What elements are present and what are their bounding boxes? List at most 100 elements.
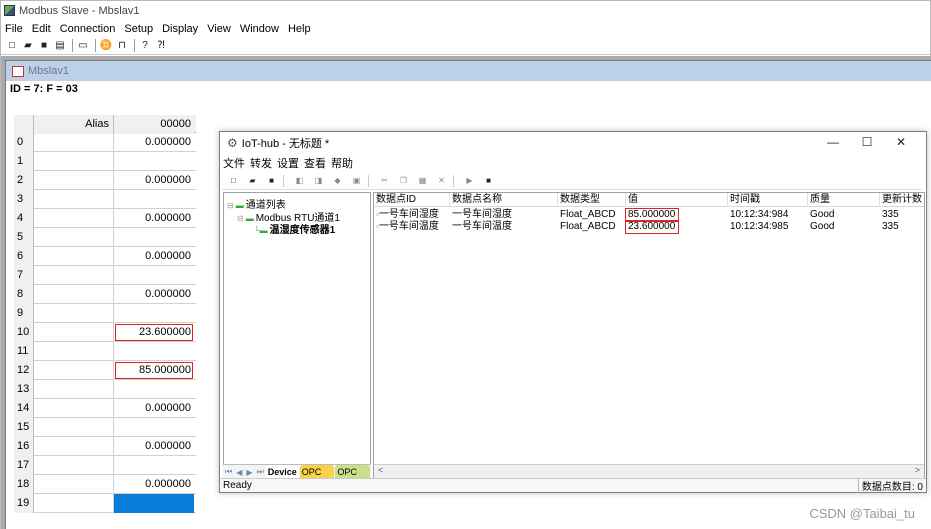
table-row[interactable]: 15 <box>14 418 196 437</box>
alias-cell[interactable] <box>34 418 114 437</box>
menu-edit[interactable]: Edit <box>32 23 51 35</box>
value-cell-highlighted[interactable]: 85.000000 <box>114 361 194 380</box>
alias-cell[interactable] <box>34 209 114 228</box>
value-cell[interactable] <box>114 266 194 285</box>
table-row[interactable]: 5 <box>14 228 196 247</box>
table-row[interactable]: 11 <box>14 342 196 361</box>
tab-device[interactable]: Device <box>265 465 299 479</box>
disconnect-icon[interactable]: ⊓ <box>115 39 129 53</box>
tab-first-icon[interactable]: ⏮ <box>225 467 232 477</box>
tab-opc-ua[interactable]: OPC UA <box>335 465 370 491</box>
table-row[interactable]: 19 <box>14 494 196 513</box>
properties-icon[interactable]: ▣ <box>349 176 364 185</box>
paste-icon[interactable]: ▦ <box>415 176 430 185</box>
alias-cell[interactable] <box>34 380 114 399</box>
value-cell[interactable] <box>114 304 194 323</box>
menu-window[interactable]: Window <box>240 23 279 35</box>
value-cell[interactable] <box>114 380 194 399</box>
new-icon[interactable]: □ <box>226 176 241 185</box>
value-cell[interactable]: 0.000000 <box>114 285 194 304</box>
collapse-icon[interactable]: ⊟ <box>227 201 234 210</box>
alias-cell[interactable] <box>34 171 114 190</box>
table-row[interactable]: 9 <box>14 304 196 323</box>
value-cell[interactable] <box>114 190 194 209</box>
value-cell[interactable]: 0.000000 <box>114 247 194 266</box>
tab-last-icon[interactable]: ⏭ <box>257 467 264 477</box>
menu-help[interactable]: Help <box>288 23 311 35</box>
table-row[interactable]: 7 <box>14 266 196 285</box>
col-data-type[interactable]: 数据类型 <box>558 193 626 207</box>
table-row[interactable]: 8 0.000000 <box>14 285 196 304</box>
run-icon[interactable]: ▶ <box>462 176 477 185</box>
alias-cell[interactable] <box>34 133 114 152</box>
alias-cell[interactable] <box>34 437 114 456</box>
cut-icon[interactable]: ✂ <box>377 176 392 185</box>
alias-cell[interactable] <box>34 399 114 418</box>
alias-cell[interactable] <box>34 475 114 494</box>
table-row[interactable]: 14 0.000000 <box>14 399 196 418</box>
alias-cell[interactable] <box>34 494 114 513</box>
value-cell[interactable]: 0.000000 <box>114 133 194 152</box>
add-device-icon[interactable]: ◨ <box>311 176 326 185</box>
horizontal-scrollbar[interactable]: < > <box>374 464 924 478</box>
save-icon[interactable]: ■ <box>264 176 279 185</box>
alias-cell[interactable] <box>34 342 114 361</box>
table-row[interactable]: 2 0.000000 <box>14 171 196 190</box>
stop-icon[interactable]: ■ <box>481 176 496 185</box>
table-row[interactable]: ▫一号车间温度 一号车间温度 Float_ABCD 23.600000 10:1… <box>374 220 924 234</box>
tab-prev-icon[interactable]: ◀ <box>236 468 242 477</box>
table-row[interactable]: 13 <box>14 380 196 399</box>
col-point-id[interactable]: 数据点ID <box>374 193 450 207</box>
connect-icon[interactable]: ♊ <box>99 39 113 53</box>
table-row[interactable]: 17 <box>14 456 196 475</box>
table-row[interactable]: 0 0.000000 <box>14 133 196 152</box>
value-cell[interactable] <box>114 456 194 475</box>
print-icon[interactable]: ▤ <box>53 39 67 53</box>
value-cell[interactable] <box>114 342 194 361</box>
about-icon[interactable]: ? <box>138 39 152 53</box>
copy-icon[interactable]: ❐ <box>396 176 411 185</box>
value-cell[interactable] <box>114 228 194 247</box>
delete-icon[interactable]: ✕ <box>434 176 449 185</box>
table-row[interactable]: ▫一号车间湿度 一号车间湿度 Float_ABCD 85.000000 10:1… <box>374 208 924 222</box>
menu-display[interactable]: Display <box>162 23 198 35</box>
value-cell[interactable] <box>114 152 194 171</box>
table-row[interactable]: 3 <box>14 190 196 209</box>
value-cell[interactable]: 0.000000 <box>114 171 194 190</box>
alias-cell[interactable] <box>34 304 114 323</box>
add-channel-icon[interactable]: ◧ <box>292 176 307 185</box>
col-timestamp[interactable]: 时间戳 <box>728 193 808 207</box>
col-update-count[interactable]: 更新计数 <box>880 193 924 207</box>
menu-view[interactable]: View <box>207 23 231 35</box>
open-icon[interactable]: ▰ <box>245 176 260 185</box>
maximize-icon[interactable]: ☐ <box>850 135 884 149</box>
alias-cell[interactable] <box>34 456 114 475</box>
table-row[interactable]: 10 23.600000 <box>14 323 196 342</box>
alias-cell[interactable] <box>34 361 114 380</box>
tab-next-icon[interactable]: ▶ <box>246 468 252 477</box>
child-titlebar[interactable]: Mbslav1 <box>6 61 931 81</box>
table-row[interactable]: 12 85.000000 <box>14 361 196 380</box>
alias-cell[interactable] <box>34 190 114 209</box>
value-cell[interactable]: 0.000000 <box>114 209 194 228</box>
table-row[interactable]: 18 0.000000 <box>14 475 196 494</box>
selected-value-cell[interactable] <box>114 494 194 513</box>
open-folder-icon[interactable]: ▰ <box>21 39 35 53</box>
tab-opc-da[interactable]: OPC DA <box>299 465 335 491</box>
save-icon[interactable]: ■ <box>37 39 51 53</box>
iot-menu-forward[interactable]: 转发 <box>250 155 272 171</box>
alias-cell[interactable] <box>34 323 114 342</box>
alias-cell[interactable] <box>34 285 114 304</box>
iot-menu-view[interactable]: 查看 <box>304 155 326 171</box>
collapse-icon[interactable]: ⊟ <box>237 214 244 223</box>
add-point-icon[interactable]: ◆ <box>330 176 345 185</box>
minimize-icon[interactable]: — <box>816 135 850 149</box>
menu-setup[interactable]: Setup <box>124 23 153 35</box>
value-cell[interactable]: 0.000000 <box>114 437 194 456</box>
window-icon[interactable]: ▭ <box>76 39 90 53</box>
table-row[interactable]: 16 0.000000 <box>14 437 196 456</box>
iot-menu-settings[interactable]: 设置 <box>277 155 299 171</box>
alias-cell[interactable] <box>34 266 114 285</box>
alias-cell[interactable] <box>34 152 114 171</box>
col-quality[interactable]: 质量 <box>808 193 880 207</box>
